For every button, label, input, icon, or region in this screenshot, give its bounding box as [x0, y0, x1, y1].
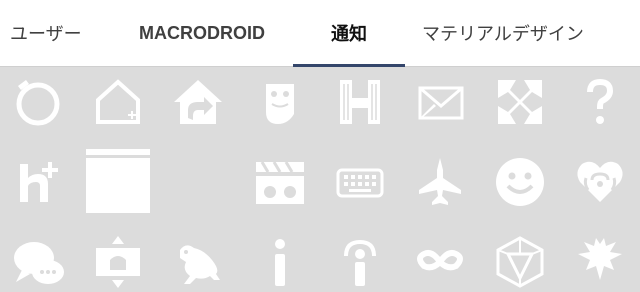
chat-bubbles-icon[interactable] [8, 232, 68, 292]
frog-icon[interactable] [168, 232, 228, 292]
icon-grid [0, 67, 640, 292]
info-i-icon[interactable] [250, 232, 310, 292]
tab-material-design[interactable]: マテリアルデザイン [412, 0, 640, 67]
tab-bar: ユーザー MACRODROID 通知 マテリアルデザイン [0, 0, 640, 67]
tab-macrodroid[interactable]: MACRODROID [118, 0, 286, 67]
keyboard-icon[interactable] [330, 152, 390, 212]
hangouts-plus-icon[interactable] [8, 152, 68, 212]
home-share-icon[interactable] [168, 72, 228, 132]
fighter-jet-icon[interactable] [410, 152, 470, 212]
ingress-icon[interactable] [490, 232, 550, 292]
infinity-icon[interactable] [410, 232, 470, 292]
hangouts-h-icon[interactable] [330, 72, 390, 132]
tab-users[interactable]: ユーザー [0, 0, 118, 67]
ghost-icon[interactable] [250, 72, 310, 132]
calendar-blank-icon[interactable] [86, 149, 150, 213]
iheart-radio-icon[interactable] [570, 152, 630, 212]
tab-notifications[interactable]: 通知 [286, 0, 412, 67]
alarm-ring-icon[interactable] [8, 72, 68, 132]
android-resize-icon[interactable] [88, 232, 148, 292]
info-signal-icon[interactable] [330, 232, 390, 292]
clapperboard-cats-icon[interactable] [250, 152, 310, 212]
smiley-face-icon[interactable] [490, 152, 550, 212]
envelope-icon[interactable] [410, 72, 470, 132]
xbox-logo-icon[interactable] [490, 72, 550, 132]
question-mark-icon[interactable] [570, 72, 630, 132]
home-outline-icon[interactable] [88, 72, 148, 132]
dragon-icon[interactable] [570, 232, 630, 292]
